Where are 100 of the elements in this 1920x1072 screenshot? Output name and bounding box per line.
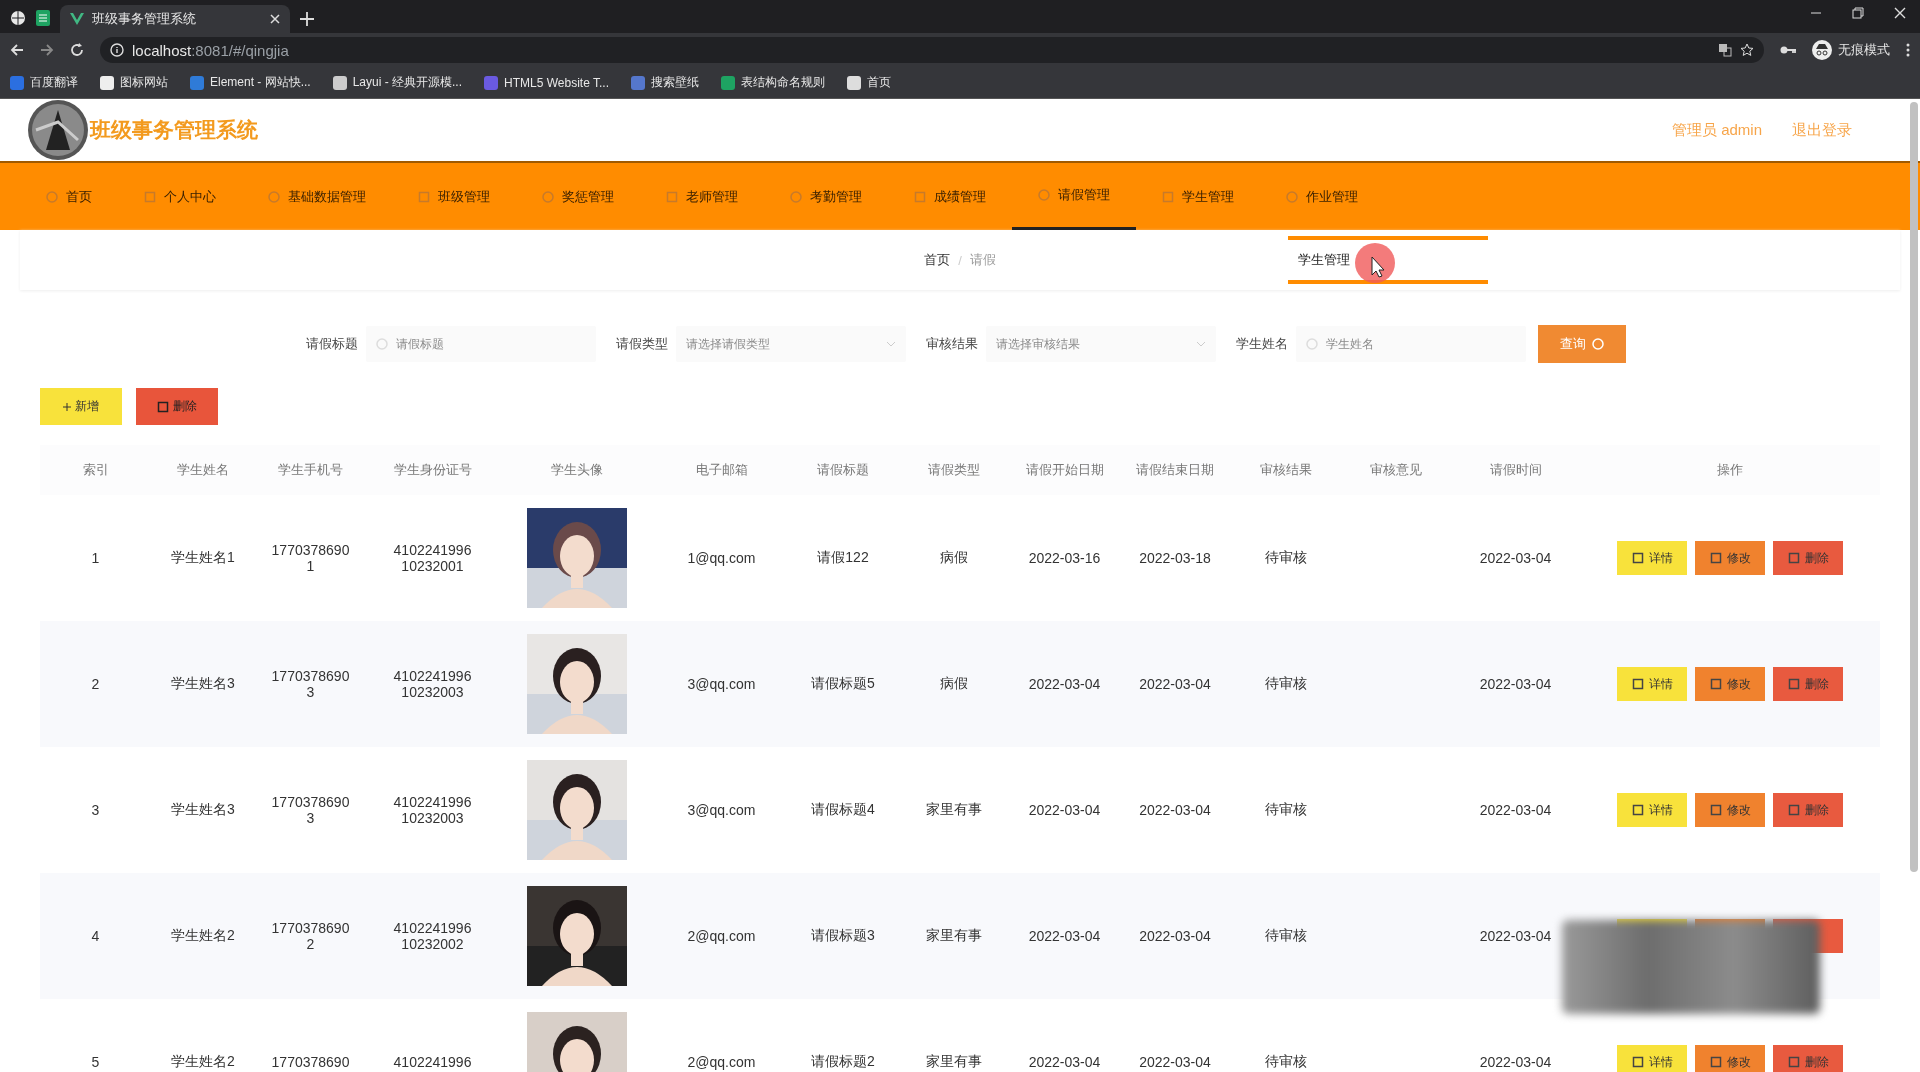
nav-icon xyxy=(914,190,926,203)
table-cell-text: 2022-03-04 xyxy=(1138,928,1212,944)
restore-icon[interactable] xyxy=(1852,7,1864,19)
table-cell-text: 1770378690 3 xyxy=(270,794,351,826)
nav-icon xyxy=(144,190,156,203)
delete-icon xyxy=(1787,804,1800,816)
edit-button[interactable]: 修改 xyxy=(1695,793,1765,827)
bookmark[interactable]: 搜索壁纸 xyxy=(631,74,699,91)
column-header: 请假时间 xyxy=(1488,461,1543,479)
breadcrumb-item[interactable]: 首页 xyxy=(924,251,951,269)
table-cell-text: 学生姓名2 xyxy=(170,927,236,945)
input-field[interactable]: 学生姓名 xyxy=(1296,326,1526,362)
bookmark[interactable]: 图标网站 xyxy=(100,74,168,91)
bookmark[interactable]: 首页 xyxy=(847,74,891,91)
nav-item[interactable]: 班级管理 xyxy=(392,163,516,230)
nav-item[interactable]: 作业管理 xyxy=(1260,163,1384,230)
table-cell-text: 2022-03-04 xyxy=(1478,802,1553,818)
globe-icon[interactable] xyxy=(10,10,26,26)
nav-item[interactable]: 学生管理 xyxy=(1136,163,1260,230)
column-header: 学生头像 xyxy=(550,461,604,479)
table-cell-text: 2022-03-04 xyxy=(1478,676,1553,692)
edit-button[interactable]: 修改 xyxy=(1695,541,1765,575)
incognito-profile[interactable]: 无痕模式 xyxy=(1812,40,1890,60)
add-button[interactable]: 新增 xyxy=(40,388,122,425)
table-cell-text: 学生姓名3 xyxy=(170,801,236,819)
column-header: 学生身份证号 xyxy=(392,461,473,479)
table-cell-text: 待审核 xyxy=(1263,549,1308,567)
table-cell-text: 1770378690 1 xyxy=(270,542,351,574)
breadcrumb-separator: / xyxy=(958,252,962,268)
scrollbar[interactable] xyxy=(1910,102,1918,872)
bookmark[interactable]: Element - 网站快... xyxy=(190,74,311,91)
filter-label: 请假标题 xyxy=(306,335,358,353)
select-field[interactable]: 请选择审核结果 xyxy=(986,326,1216,362)
table-cell-text: 1@qq.com xyxy=(686,550,757,566)
input-field[interactable]: 请假标题 xyxy=(366,326,596,362)
bookmark-icon xyxy=(190,75,204,90)
nav-item[interactable]: 基础数据管理 xyxy=(242,163,392,230)
bookmark-icon xyxy=(484,75,499,90)
v-logo-icon xyxy=(70,13,84,25)
detail-button[interactable]: 详情 xyxy=(1617,667,1687,701)
table-cell-text: 5 xyxy=(90,1054,101,1070)
nav-item[interactable]: 奖惩管理 xyxy=(516,163,640,230)
delete-button[interactable]: 删除 xyxy=(1773,1045,1843,1072)
bookmark[interactable]: 百度翻译 xyxy=(10,74,78,91)
nav-icon xyxy=(46,190,58,203)
back-icon[interactable] xyxy=(10,43,24,57)
table-cell-text: 学生姓名3 xyxy=(170,675,236,693)
detail-button[interactable]: 详情 xyxy=(1617,541,1687,575)
table-cell-text: 4102241996 xyxy=(392,1054,473,1070)
table-cell-text: 病假 xyxy=(938,675,969,693)
nav-item[interactable]: 个人中心 xyxy=(118,163,242,230)
key-icon[interactable] xyxy=(1780,45,1796,55)
table-cell-text: 1770378690 xyxy=(270,1054,351,1070)
menu-icon[interactable] xyxy=(1906,43,1910,57)
close-icon[interactable] xyxy=(270,14,280,24)
filter-label: 审核结果 xyxy=(926,335,978,353)
nav-item[interactable]: 成绩管理 xyxy=(888,163,1012,230)
new-tab-icon[interactable] xyxy=(300,12,314,26)
table-cell-text: 2@qq.com xyxy=(686,928,757,944)
nav-item[interactable]: 请假管理 xyxy=(1012,163,1136,230)
menu-item[interactable]: 学生管理 xyxy=(1288,251,1350,269)
table-cell-text: 4 xyxy=(90,928,101,944)
table-cell-text: 待审核 xyxy=(1263,927,1308,945)
star-icon[interactable] xyxy=(1740,43,1754,57)
nav-icon xyxy=(1038,189,1050,201)
reload-icon[interactable] xyxy=(70,43,84,57)
delete-button[interactable]: 删除 xyxy=(1773,541,1843,575)
address-bar[interactable]: localhost:8081/#/qingjia xyxy=(100,37,1764,63)
table-cell-text: 2022-03-18 xyxy=(1138,550,1212,566)
delete-button[interactable]: 删除 xyxy=(1773,667,1843,701)
nav-item[interactable]: 首页 xyxy=(20,163,118,230)
delete-button[interactable]: 删除 xyxy=(136,388,218,425)
forward-icon[interactable] xyxy=(40,43,54,57)
table-cell-text: 2022-03-04 xyxy=(1478,550,1553,566)
search-icon xyxy=(376,338,388,350)
translate-icon[interactable] xyxy=(1718,43,1732,57)
select-field[interactable]: 请选择请假类型 xyxy=(676,326,906,362)
table-cell-text: 2022-03-04 xyxy=(1027,928,1102,944)
bookmark-icon xyxy=(100,75,114,90)
detail-button[interactable]: 详情 xyxy=(1617,793,1687,827)
edit-button[interactable]: 修改 xyxy=(1695,1045,1765,1072)
nav-icon xyxy=(542,190,554,203)
nav-item[interactable]: 老师管理 xyxy=(640,163,764,230)
bookmark[interactable]: HTML5 Website T... xyxy=(484,75,609,90)
detail-button[interactable]: 详情 xyxy=(1617,1045,1687,1072)
bookmark[interactable]: 表结构命名规则 xyxy=(721,74,825,91)
close-icon[interactable] xyxy=(1894,7,1906,19)
browser-tab[interactable]: 班级事务管理系统 xyxy=(60,5,290,33)
user-name: 管理员 admin xyxy=(1671,120,1762,140)
table-cell-text: 待审核 xyxy=(1263,675,1308,693)
bookmark[interactable]: Layui - 经典开源模... xyxy=(332,74,463,91)
edit-button[interactable]: 修改 xyxy=(1695,667,1765,701)
search-icon xyxy=(1592,338,1604,350)
table-cell-text: 2022-03-04 xyxy=(1138,1054,1212,1070)
delete-button[interactable]: 删除 xyxy=(1773,793,1843,827)
delete-icon xyxy=(1787,1056,1800,1068)
nav-item[interactable]: 考勤管理 xyxy=(764,163,888,230)
edit-icon xyxy=(1709,552,1722,564)
table-cell-text: 2022-03-04 xyxy=(1138,802,1212,818)
table-cell-text: 学生姓名1 xyxy=(170,549,236,567)
